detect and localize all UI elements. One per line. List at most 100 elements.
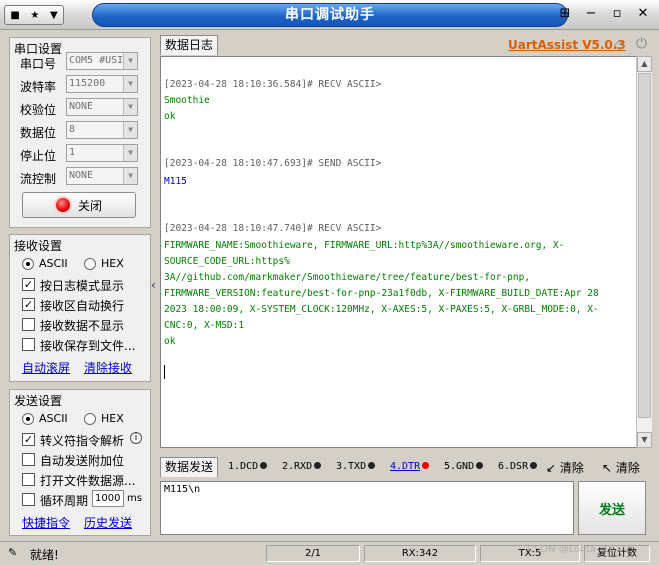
escape-checkbox[interactable]: ✓ xyxy=(22,433,35,446)
cycle-label: 循环周期 xyxy=(40,494,89,508)
send-ascii-label: ASCII xyxy=(39,412,68,425)
databits-label: 数据位 xyxy=(20,126,57,140)
append-checkbox[interactable] xyxy=(22,453,35,466)
clear-log-button[interactable]: ↙ 清除 xyxy=(546,459,584,476)
flow-label: 流控制 xyxy=(20,172,57,186)
text-cursor xyxy=(164,365,165,379)
pin-dsr[interactable]: 6.DSR xyxy=(498,461,538,472)
title-bar: ■ ★ ▼ 串口调试助手 ⊞ − ▫ ✕ xyxy=(0,0,659,30)
stopbits-select[interactable]: 1 ▼ xyxy=(66,144,138,162)
close-port-button[interactable]: 关闭 xyxy=(22,192,136,218)
port-select[interactable]: COM5 #USI ▼ xyxy=(66,52,138,70)
pin-dtr[interactable]: 4.DTR xyxy=(390,461,430,472)
info-icon[interactable]: i xyxy=(130,432,142,444)
arrow-down-left-icon: ↙ xyxy=(546,461,557,475)
restore-icon[interactable]: ▫ xyxy=(609,6,625,21)
log-line: [2023-04-28 18:10:36.584]# RECV ASCII> xyxy=(164,79,382,90)
pin-indicator-icon xyxy=(476,462,484,469)
save-file-checkbox[interactable] xyxy=(22,338,35,351)
send-hex-label: HEX xyxy=(101,412,124,425)
log-line: 2023 18:00:09, X-SYSTEM_CLOCK:120MHz, X-… xyxy=(164,304,599,315)
menu-star-icon: ★ xyxy=(30,9,40,21)
parity-label: 校验位 xyxy=(20,103,57,117)
pin-gnd[interactable]: 5.GND xyxy=(444,461,484,472)
pin-indicator-icon xyxy=(260,462,268,469)
append-label: 自动发送附加位 xyxy=(40,454,125,468)
minimize-icon[interactable]: − xyxy=(583,6,599,21)
chevron-down-icon: ▼ xyxy=(123,76,137,92)
send-input[interactable]: M115\n xyxy=(160,481,574,535)
autowrap-checkbox[interactable]: ✓ xyxy=(22,298,35,311)
parity-select[interactable]: NONE ▼ xyxy=(66,98,138,116)
log-line: 3A//github.com/markmaker/Smoothieware/tr… xyxy=(164,272,531,283)
scroll-up-icon[interactable]: ▲ xyxy=(637,56,652,72)
group-title: 接收设置 xyxy=(14,239,63,253)
pin-rxd[interactable]: 2.RXD xyxy=(282,461,322,472)
receive-log[interactable]: [2023-04-28 18:10:36.584]# RECV ASCII> S… xyxy=(160,56,645,448)
brand-link[interactable]: UartAssist V5.0.3 xyxy=(508,38,626,52)
pin-icon[interactable]: ⊞ xyxy=(557,6,573,21)
receive-hex-label: HEX xyxy=(101,257,124,270)
receive-ascii-radio[interactable] xyxy=(22,258,34,270)
cycle-input[interactable]: 1000 xyxy=(92,490,124,507)
power-icon[interactable]: ⏻ xyxy=(636,36,647,52)
save-file-label: 接收保存到文件... xyxy=(40,339,136,353)
status-ready: 就绪! xyxy=(30,548,59,562)
app-icon: ■ xyxy=(10,9,20,21)
stopbits-label: 停止位 xyxy=(20,149,57,163)
system-menu-button[interactable]: ■ ★ ▼ xyxy=(4,5,64,25)
pin-txd[interactable]: 3.TXD xyxy=(336,461,376,472)
log-line: [2023-04-28 18:10:47.740]# RECV ASCII> xyxy=(164,223,382,234)
chevron-down-icon: ▼ xyxy=(123,122,137,138)
chevron-down-icon: ▼ xyxy=(49,9,58,21)
clear-receive-link[interactable]: 清除接收 xyxy=(84,359,132,376)
shortcut-link[interactable]: 快捷指令 xyxy=(22,514,70,531)
log-line: FIRMWARE_NAME:Smoothieware, FIRMWARE_URL… xyxy=(164,240,565,251)
scroll-down-icon[interactable]: ▼ xyxy=(637,432,652,448)
databits-select[interactable]: 8 ▼ xyxy=(66,121,138,139)
pin-dcd[interactable]: 1.DCD xyxy=(228,461,268,472)
baud-select[interactable]: 115200 ▼ xyxy=(66,75,138,93)
log-line: ok xyxy=(164,336,176,347)
flow-select[interactable]: NONE ▼ xyxy=(66,167,138,185)
log-line: FIRMWARE_VERSION:feature/best-for-pnp-23… xyxy=(164,288,599,299)
receive-hex-radio[interactable] xyxy=(84,258,96,270)
history-link[interactable]: 历史发送 xyxy=(84,514,132,531)
chevron-down-icon: ▼ xyxy=(123,53,137,69)
send-control-bar: 数据发送 1.DCD 2.RXD 3.TXD 4.DTR 5.GND 6.DSR… xyxy=(160,457,652,479)
log-mode-checkbox[interactable]: ✓ xyxy=(22,278,35,291)
hide-data-checkbox[interactable] xyxy=(22,318,35,331)
tab-data-send[interactable]: 数据发送 xyxy=(160,457,219,477)
close-icon[interactable]: ✕ xyxy=(635,6,651,21)
baud-label: 波特率 xyxy=(20,80,57,94)
status-bar: ✎ 就绪! 2/1 RX:342 TX:5 复位计数 CSDN @Lolita_… xyxy=(0,541,659,565)
pin-indicator-icon xyxy=(368,462,376,469)
file-source-checkbox[interactable] xyxy=(22,473,35,486)
log-scrollbar[interactable]: ▲ ▼ xyxy=(636,56,652,448)
receive-ascii-label: ASCII xyxy=(39,257,68,270)
gem-icon[interactable]: ◇ xyxy=(614,37,625,53)
status-pages: 2/1 xyxy=(266,545,360,562)
arrow-up-left-icon: ↖ xyxy=(602,461,613,475)
clear-send-button[interactable]: ↖ 清除 xyxy=(602,459,640,476)
scroll-thumb[interactable] xyxy=(638,73,651,418)
window-title: 串口调试助手 xyxy=(92,3,568,27)
send-button[interactable]: 发送 xyxy=(578,481,646,535)
log-line: Smoothie xyxy=(164,95,210,106)
status-icon: ✎ xyxy=(8,546,18,559)
send-hex-radio[interactable] xyxy=(84,413,96,425)
log-line: M115 xyxy=(164,176,187,187)
hide-data-label: 接收数据不显示 xyxy=(40,319,125,333)
pin-indicator-icon xyxy=(314,462,322,469)
autoscroll-link[interactable]: 自动滚屏 xyxy=(22,359,70,376)
cycle-unit: ms xyxy=(127,493,142,504)
cycle-checkbox[interactable] xyxy=(22,493,35,506)
pin-indicator-icon xyxy=(530,462,538,469)
send-ascii-radio[interactable] xyxy=(22,413,34,425)
tab-data-log[interactable]: 数据日志 xyxy=(160,35,219,55)
group-title: 发送设置 xyxy=(14,394,63,408)
log-mode-label: 按日志模式显示 xyxy=(40,279,125,293)
collapse-panel-icon[interactable]: ‹ xyxy=(151,278,159,296)
autowrap-label: 接收区自动换行 xyxy=(40,299,125,313)
log-line: CNC:0, X-MSD:1 xyxy=(164,320,245,331)
